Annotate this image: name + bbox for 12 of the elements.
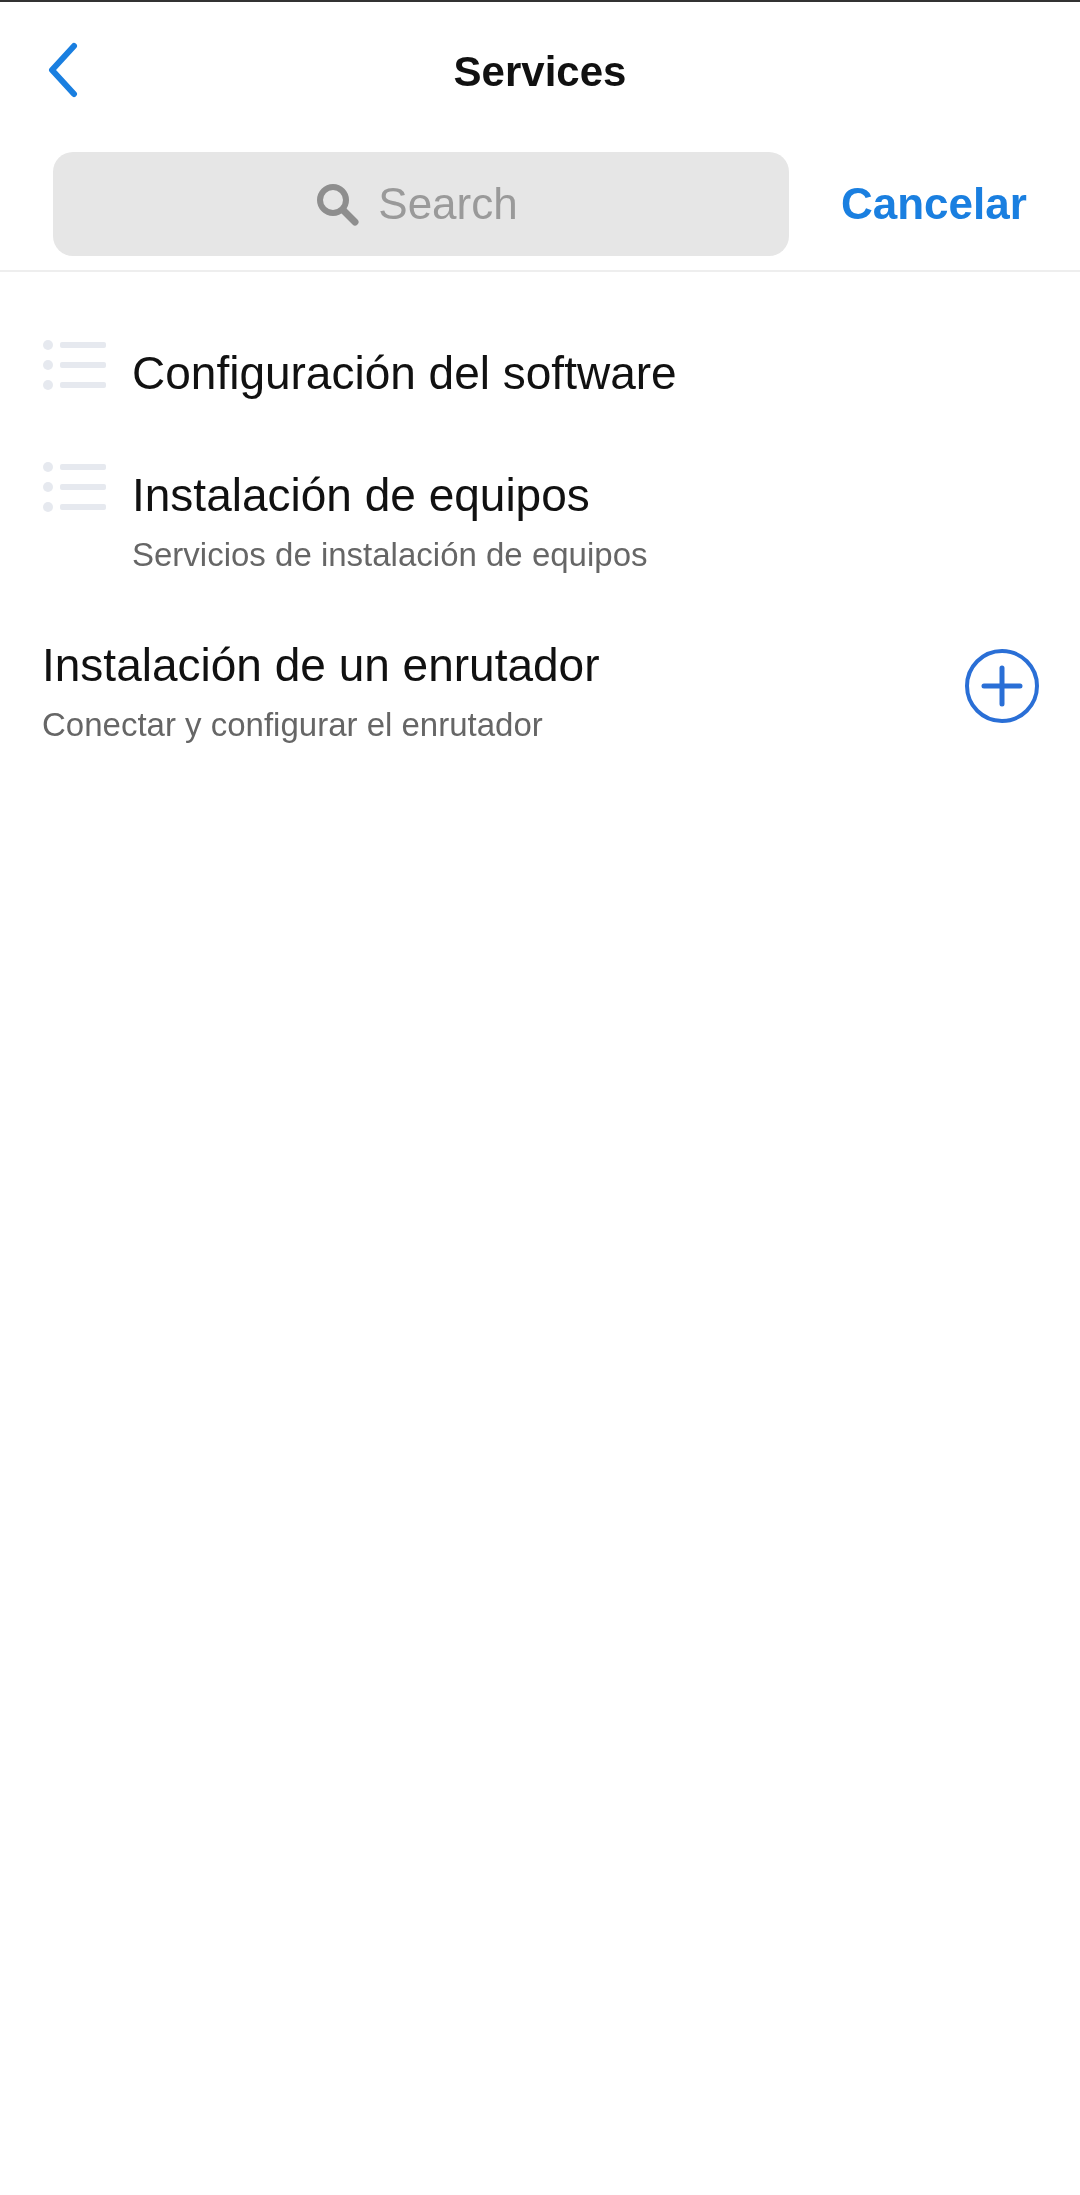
search-field[interactable]: Search: [53, 152, 789, 256]
cancel-button[interactable]: Cancelar: [841, 179, 1027, 229]
add-button[interactable]: [964, 648, 1040, 724]
item-subtitle: Conectar y configurar el enrutador: [42, 706, 544, 744]
list-icon: [42, 340, 106, 390]
search-icon: [315, 182, 359, 226]
item-subtitle: Servicios de instalación de equipos: [132, 536, 649, 574]
item-title[interactable]: Configuración del software: [132, 346, 1040, 400]
page-title: Services: [453, 48, 627, 96]
item-title[interactable]: Instalación de un enrutador: [42, 638, 964, 692]
list-icon: [42, 462, 106, 512]
item-title[interactable]: Instalación de equipos: [132, 468, 1040, 522]
